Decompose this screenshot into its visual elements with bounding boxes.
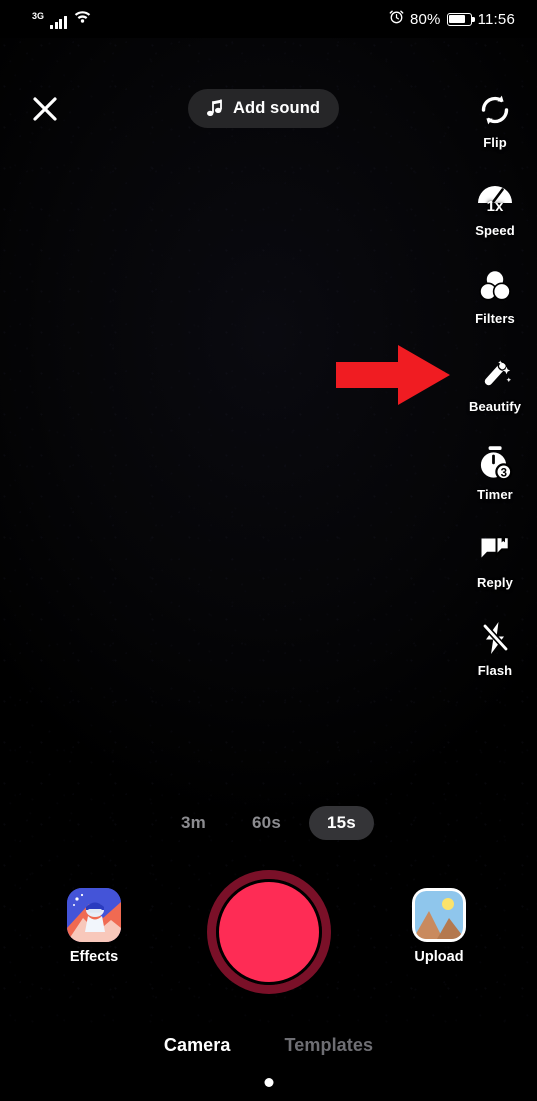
add-sound-label: Add sound [233,99,321,117]
record-button[interactable] [206,870,331,994]
battery-icon [446,12,475,26]
sidebar-label-reply: Reply [477,575,513,590]
speed-gauge-icon: 1x [474,176,516,220]
wifi-icon [73,9,92,29]
camera-controls-row: Effects Upload [0,870,537,994]
timer-badge-value: 3 [501,467,507,479]
tiktok-camera-screen: 3G 80% 11:56 Add sound Flip 1x Speed Fil… [0,0,537,1101]
photo-gallery-icon [412,888,466,942]
magic-wand-icon [475,352,515,396]
duration-option-60s[interactable]: 60s [234,806,299,840]
battery-percent-label: 80% [409,10,441,28]
sidebar-item-flip[interactable]: Flip [453,88,537,176]
close-button[interactable] [26,90,64,128]
reply-bubble-icon [475,528,515,572]
speed-badge: 1x [486,198,504,215]
sidebar-item-reply[interactable]: Reply [453,528,537,616]
upload-label: Upload [414,949,464,965]
music-note-icon [207,99,224,118]
sidebar-label-flip: Flip [483,135,507,150]
status-bar-left: 3G [32,9,92,29]
status-bar: 3G 80% 11:56 [0,0,537,38]
sidebar-label-flash: Flash [477,663,513,678]
clock-label: 11:56 [477,10,515,28]
sidebar-item-filters[interactable]: Filters [453,264,537,352]
red-arrow-right-icon [336,345,450,410]
sidebar-item-beautify[interactable]: Beautify [453,352,537,440]
duration-selector: 3m 60s 15s [0,806,537,840]
sidebar-label-filters: Filters [475,311,515,326]
network-type-label: 3G [32,11,45,21]
effects-label: Effects [69,949,119,965]
upload-button[interactable]: Upload [389,888,489,965]
close-x-icon [33,97,57,121]
alarm-clock-icon [389,9,404,29]
sidebar-item-speed[interactable]: 1x Speed [453,176,537,264]
bottom-tab-bar: Camera Templates [0,1023,537,1101]
effects-button[interactable]: Effects [44,888,144,965]
sidebar-label-speed: Speed [475,223,515,238]
flash-off-icon [475,616,515,660]
mode-tabs: Camera Templates [0,1023,537,1056]
sidebar-label-timer: Timer [477,487,513,502]
camera-tools-sidebar: Flip 1x Speed Filters Beautify 3 Timer R… [453,88,537,704]
effects-thumbnail-icon [67,888,121,942]
stopwatch-icon: 3 [475,440,515,484]
tab-camera[interactable]: Camera [164,1035,231,1056]
duration-option-3m[interactable]: 3m [163,806,224,840]
status-bar-right: 80% 11:56 [389,9,515,29]
home-dot-indicator [264,1078,273,1087]
sidebar-item-flash[interactable]: Flash [453,616,537,704]
duration-option-15s[interactable]: 15s [308,806,374,840]
tab-templates[interactable]: Templates [285,1035,374,1056]
sidebar-item-timer[interactable]: 3 Timer [453,440,537,528]
flip-camera-icon [475,88,515,132]
add-sound-button[interactable]: Add sound [188,89,340,128]
record-button-inner [215,879,322,985]
signal-bars-icon [50,15,67,29]
filters-circles-icon [475,264,515,308]
sidebar-label-beautify: Beautify [468,399,522,414]
